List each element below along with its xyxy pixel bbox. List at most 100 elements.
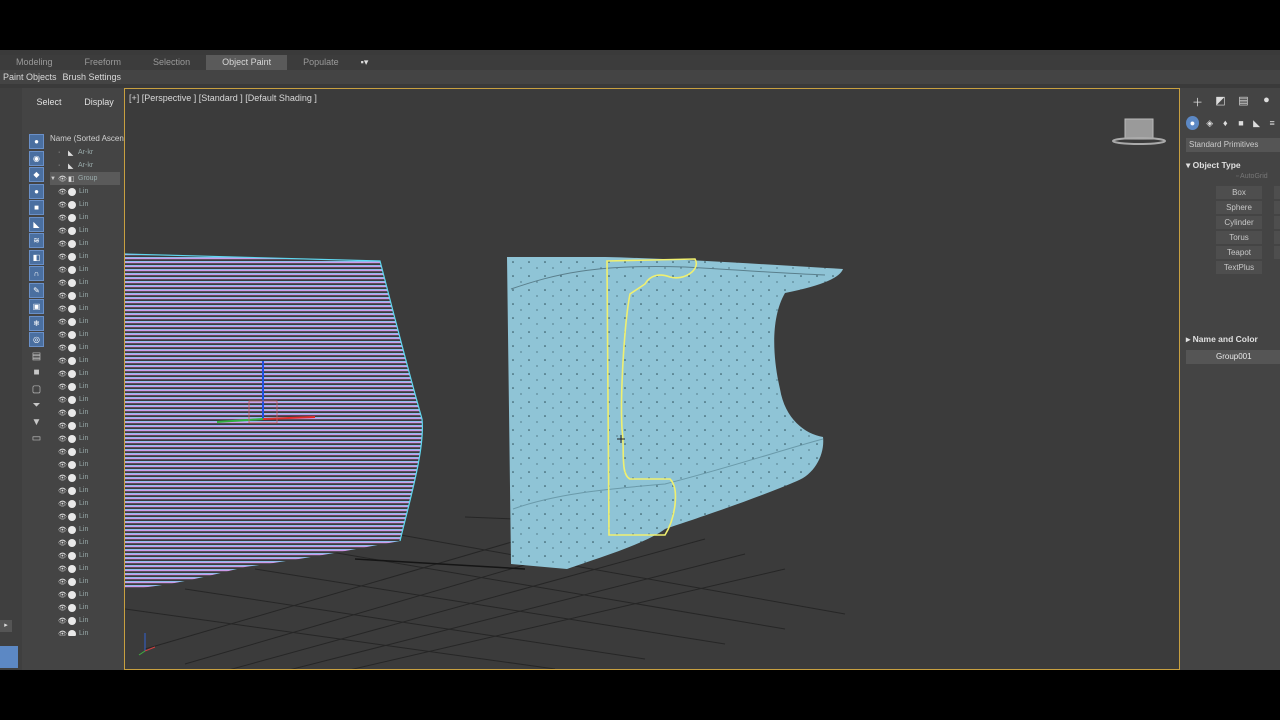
list-item-line[interactable]: 👁 Lin xyxy=(50,211,120,224)
lights-icon[interactable]: ♦ xyxy=(1218,118,1234,128)
paint-objects-button[interactable]: Paint Objects xyxy=(3,72,57,82)
freeze-dot-icon[interactable] xyxy=(68,460,76,469)
list-item-line[interactable]: 👁 Lin xyxy=(50,458,120,471)
name-color-rollout[interactable]: ▸ Name and Color xyxy=(1186,332,1280,346)
freeze-dot-icon[interactable] xyxy=(68,551,76,560)
create-tab-icon[interactable]: ＋ xyxy=(1186,94,1209,110)
groups-filter-icon[interactable]: ◧ xyxy=(29,249,44,265)
visibility-eye-icon[interactable]: 👁 xyxy=(58,500,68,508)
freeze-dot-icon[interactable] xyxy=(68,330,76,339)
visibility-eye-icon[interactable]: 👁 xyxy=(58,630,68,637)
autogrid-checkbox[interactable]: ▫ AutoGrid xyxy=(1236,173,1268,180)
containers-filter-icon[interactable]: ▣ xyxy=(29,299,44,314)
funnel-icon[interactable]: ⏷ xyxy=(29,398,44,413)
helpers-filter-icon[interactable]: ◣ xyxy=(29,216,44,232)
modify-tab-icon[interactable]: ◩ xyxy=(1209,94,1232,110)
column-header-name[interactable]: Name (Sorted Ascen xyxy=(50,132,124,146)
time-slider-handle[interactable] xyxy=(0,646,18,668)
visibility-eye-icon[interactable]: 👁 xyxy=(58,487,68,495)
button-stub[interactable] xyxy=(1274,246,1280,259)
list-item-line[interactable]: 👁 Lin xyxy=(50,536,120,549)
freeze-dot-icon[interactable] xyxy=(68,408,76,417)
perspective-viewport[interactable]: [+] [Perspective ] [Standard ] [Default … xyxy=(124,88,1180,670)
freeze-dot-icon[interactable] xyxy=(68,187,76,196)
visibility-eye-icon[interactable]: 👁 xyxy=(58,331,68,339)
freeze-dot-icon[interactable] xyxy=(68,252,76,261)
list-item-line[interactable]: 👁 Lin xyxy=(50,380,120,393)
cameras-icon[interactable]: ■ xyxy=(1233,118,1249,128)
list-item-line[interactable]: 👁 Lin xyxy=(50,497,120,510)
button-stub[interactable] xyxy=(1274,186,1280,199)
visibility-eye-icon[interactable]: 👁 xyxy=(58,305,68,313)
freeze-dot-icon[interactable] xyxy=(68,369,76,378)
visibility-eye-icon[interactable]: 👁 xyxy=(58,474,68,482)
bones-filter-icon[interactable]: ✎ xyxy=(29,282,44,298)
tab-selection[interactable]: Selection xyxy=(137,55,206,70)
freeze-dot-icon[interactable] xyxy=(68,616,76,625)
list-item-line[interactable]: 👁 Lin xyxy=(50,328,120,341)
freeze-dot-icon[interactable] xyxy=(68,603,76,612)
brush-settings-button[interactable]: Brush Settings xyxy=(63,72,122,82)
primitive-type-dropdown[interactable]: Standard Primitives xyxy=(1186,138,1280,152)
freeze-dot-icon[interactable] xyxy=(68,382,76,391)
list-item-line[interactable]: 👁 Lin xyxy=(50,562,120,575)
teapot-button[interactable]: Teapot xyxy=(1216,246,1262,259)
button-stub[interactable] xyxy=(1274,201,1280,214)
visibility-eye-icon[interactable]: 👁 xyxy=(58,578,68,586)
visibility-eye-icon[interactable]: 👁 xyxy=(58,448,68,456)
freeze-dot-icon[interactable] xyxy=(68,200,76,209)
visibility-eye-icon[interactable]: 👁 xyxy=(58,422,68,430)
freeze-dot-icon[interactable] xyxy=(68,317,76,326)
visibility-eye-icon[interactable]: 👁 xyxy=(58,526,68,534)
list-item-line[interactable]: 👁 Lin xyxy=(50,393,120,406)
tab-modeling[interactable]: Modeling xyxy=(0,55,69,70)
helpers-icon[interactable]: ◣ xyxy=(1249,118,1265,129)
geometry-icon[interactable]: ● xyxy=(1186,116,1199,130)
list-item-line[interactable]: 👁 Lin xyxy=(50,198,120,211)
freeze-dot-icon[interactable] xyxy=(68,343,76,352)
freeze-dot-icon[interactable] xyxy=(68,577,76,586)
expand-arrow-icon[interactable]: ▸ xyxy=(0,620,12,632)
freeze-dot-icon[interactable] xyxy=(68,486,76,495)
spacewarps-filter-icon[interactable]: ≋ xyxy=(29,233,44,248)
freeze-dot-icon[interactable] xyxy=(68,226,76,235)
filter-icon[interactable]: ▼ xyxy=(29,415,44,430)
shapes-icon[interactable]: ◈ xyxy=(1202,118,1218,129)
button-stub[interactable] xyxy=(1274,231,1280,244)
list-item-line[interactable]: 👁 Lin xyxy=(50,237,120,250)
freeze-dot-icon[interactable] xyxy=(68,590,76,599)
visibility-eye-icon[interactable]: 👁 xyxy=(58,266,68,274)
visibility-eye-icon[interactable]: 👁 xyxy=(58,201,68,209)
visibility-eye-icon[interactable]: 👁 xyxy=(58,435,68,443)
button-stub[interactable] xyxy=(1274,216,1280,229)
freeze-dot-icon[interactable] xyxy=(68,395,76,404)
list-item-group[interactable]: ▼ 👁 ◧ Group xyxy=(50,172,120,185)
list-item-line[interactable]: 👁 Lin xyxy=(50,367,120,380)
list-item[interactable]: · ◣ Ar-kr xyxy=(50,146,120,159)
visibility-eye-icon[interactable]: 👁 xyxy=(58,370,68,378)
visibility-eye-icon[interactable]: 👁 xyxy=(58,344,68,352)
list-item-line[interactable]: 👁 Lin xyxy=(50,419,120,432)
visibility-eye-icon[interactable]: 👁 xyxy=(58,461,68,469)
visibility-eye-icon[interactable]: 👁 xyxy=(58,539,68,547)
visibility-eye-icon[interactable]: 👁 xyxy=(58,292,68,300)
tab-object-paint[interactable]: Object Paint xyxy=(206,55,288,70)
freeze-dot-icon[interactable] xyxy=(68,499,76,508)
freeze-dot-icon[interactable] xyxy=(68,473,76,482)
freeze-dot-icon[interactable] xyxy=(68,213,76,222)
list-item-line[interactable]: 👁 Lin xyxy=(50,341,120,354)
document-icon[interactable]: ▤ xyxy=(29,349,44,364)
list-item-line[interactable]: 👁 Lin xyxy=(50,185,120,198)
freeze-dot-icon[interactable] xyxy=(68,525,76,534)
shapes-filter-icon[interactable]: ◆ xyxy=(29,167,44,182)
freeze-dot-icon[interactable] xyxy=(68,447,76,456)
list-item-line[interactable]: 👁 Lin xyxy=(50,263,120,276)
tab-populate[interactable]: Populate xyxy=(287,55,355,70)
layer-icon[interactable]: ▢ xyxy=(29,382,44,397)
list-item-line[interactable]: 👁 Lin xyxy=(50,354,120,367)
torus-button[interactable]: Torus xyxy=(1216,231,1262,244)
visibility-eye-icon[interactable]: 👁 xyxy=(58,227,68,235)
cylinder-button[interactable]: Cylinder xyxy=(1216,216,1262,229)
list-item-line[interactable]: 👁 Lin xyxy=(50,276,120,289)
frozen-filter-icon[interactable]: ❄ xyxy=(29,315,44,331)
